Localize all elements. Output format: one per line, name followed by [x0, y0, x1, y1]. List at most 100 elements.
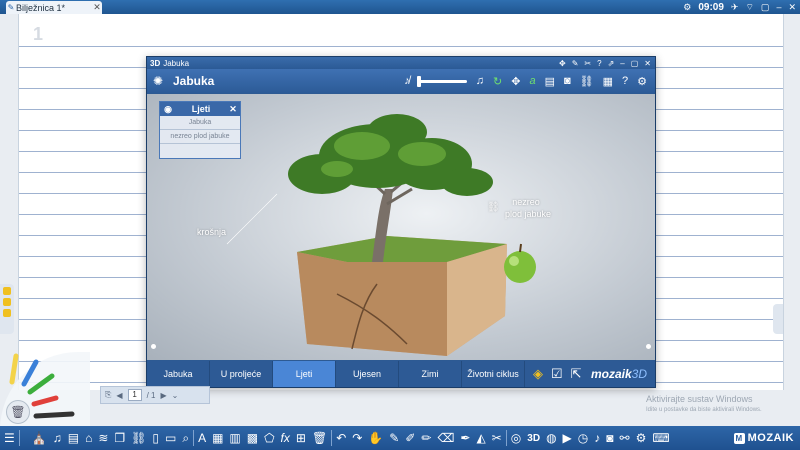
- next-page-icon[interactable]: ▶: [160, 391, 166, 400]
- panel-item[interactable]: Jabuka: [160, 116, 240, 130]
- close-tab-icon[interactable]: ✕: [92, 2, 102, 13]
- prev-page-icon[interactable]: ◀: [116, 391, 122, 400]
- trash-icon[interactable]: 🗑: [6, 400, 30, 424]
- fill-icon[interactable]: ◭: [476, 431, 485, 445]
- globe-icon[interactable]: ◍: [546, 431, 556, 445]
- 3d-icon[interactable]: 3D: [527, 433, 540, 444]
- target-icon[interactable]: ◎: [511, 431, 521, 445]
- watermark-line2: Idite u postavke da biste aktivirali Win…: [646, 407, 762, 413]
- spinner-icon: ✺: [153, 74, 164, 88]
- minimize-icon[interactable]: –: [776, 2, 781, 12]
- corner-handle[interactable]: [646, 344, 651, 349]
- close-icon[interactable]: ✕: [644, 59, 651, 68]
- clock-icon[interactable]: ◷: [578, 431, 588, 445]
- marker-icon[interactable]: ✐: [405, 431, 415, 445]
- menu-icon[interactable]: ☰: [4, 431, 15, 445]
- settings-icon[interactable]: ⚙: [637, 75, 647, 88]
- grid-icon[interactable]: ⊞: [296, 431, 306, 445]
- pages-icon[interactable]: ❐: [114, 431, 125, 445]
- 3d-scene[interactable]: ◉ Ljeti ✕ Jabuka nezreo plod jabuke kroš…: [147, 94, 655, 360]
- minimize-icon[interactable]: –: [620, 59, 624, 68]
- corner-handle[interactable]: [151, 344, 156, 349]
- link-icon[interactable]: ⛓: [580, 75, 594, 88]
- move-icon[interactable]: ✥: [511, 75, 520, 88]
- tools-icon[interactable]: ✂: [584, 59, 591, 68]
- play-icon[interactable]: ▶: [563, 431, 572, 445]
- tab-jabuka[interactable]: Jabuka: [147, 361, 210, 387]
- tab-spring[interactable]: U proljeće: [210, 361, 273, 387]
- library-icon[interactable]: ⛪: [32, 431, 47, 445]
- left-side-handle[interactable]: [0, 284, 14, 334]
- keyboard-icon[interactable]: ⌨: [652, 431, 669, 445]
- text-icon[interactable]: a: [529, 75, 535, 87]
- export-icon[interactable]: ⇱: [571, 366, 582, 382]
- media-icon[interactable]: ♫: [53, 431, 62, 445]
- camera-icon[interactable]: ◙: [564, 75, 571, 87]
- wifi-icon[interactable]: ⌔: [745, 2, 753, 13]
- shape-icon[interactable]: ⬠: [264, 431, 274, 445]
- tab-autumn[interactable]: Ujesen: [336, 361, 399, 387]
- eraser-icon[interactable]: ⌫: [437, 431, 454, 445]
- link-icon[interactable]: ⛓: [131, 431, 146, 445]
- help-icon[interactable]: ?: [622, 75, 628, 87]
- volume-slider[interactable]: [416, 75, 467, 87]
- layers-icon[interactable]: ◈: [533, 366, 543, 382]
- brush-icon[interactable]: ✏: [421, 431, 431, 445]
- grid-icon[interactable]: ▦: [603, 75, 613, 88]
- link-icon[interactable]: ⛓: [487, 202, 500, 213]
- notebook-tab[interactable]: ✎ Bilježnica 1* ✕: [6, 1, 102, 14]
- refresh-icon[interactable]: ↻: [493, 75, 502, 88]
- audio-icon[interactable]: ♪: [594, 431, 600, 445]
- crown-label[interactable]: krošnja: [197, 227, 226, 237]
- checklist-icon[interactable]: ☑: [551, 366, 563, 382]
- panel-item[interactable]: nezreo plod jabuke: [160, 130, 240, 144]
- undo-icon[interactable]: ↶: [336, 431, 346, 445]
- add-page-icon[interactable]: ⎘: [105, 390, 111, 400]
- chart-icon[interactable]: ▥: [229, 431, 240, 445]
- phone-icon[interactable]: ▯: [152, 431, 159, 445]
- settings-icon[interactable]: ⚙: [683, 2, 691, 13]
- current-page-field[interactable]: 1: [127, 389, 142, 401]
- tab-summer[interactable]: Ljeti: [273, 361, 336, 387]
- book-icon[interactable]: ▤: [545, 75, 555, 88]
- eye-icon[interactable]: ◉: [160, 104, 176, 115]
- camera-icon[interactable]: ◙: [606, 431, 613, 445]
- delete-icon[interactable]: 🗑: [312, 431, 327, 445]
- pen-icon: ✎: [7, 3, 15, 12]
- close-icon[interactable]: ✕: [788, 2, 796, 13]
- plane-icon[interactable]: ✈: [731, 2, 739, 13]
- text-tool-icon[interactable]: A: [198, 431, 206, 445]
- clipboard-icon[interactable]: ▭: [165, 431, 176, 445]
- stack-icon[interactable]: ≋: [98, 431, 108, 445]
- tab-winter[interactable]: Zimi: [399, 361, 462, 387]
- network-icon[interactable]: ⚯: [620, 431, 630, 445]
- pen-icon[interactable]: ✎: [389, 431, 399, 445]
- table-icon[interactable]: ▦: [212, 431, 223, 445]
- help-icon[interactable]: ?: [597, 59, 601, 68]
- stamp-icon[interactable]: ✂: [492, 431, 502, 445]
- select-icon[interactable]: ✋: [368, 431, 383, 445]
- pin-icon[interactable]: ✥: [559, 59, 566, 68]
- music-icon[interactable]: ♫: [476, 75, 484, 87]
- fruit-label-line1[interactable]: nezreo: [501, 197, 551, 207]
- image-icon[interactable]: ▩: [247, 431, 258, 445]
- settings-icon[interactable]: ⚙: [636, 431, 647, 445]
- window-titlebar[interactable]: 3D Jabuka ✥ ✎ ✂ ? ⇗ – ▢ ✕: [147, 57, 655, 69]
- mute-icon[interactable]: ♪̸: [404, 75, 410, 87]
- pen-icon[interactable]: ✎: [572, 59, 579, 68]
- window-icon[interactable]: ▢: [761, 2, 770, 13]
- right-side-handle[interactable]: [773, 304, 783, 334]
- collapse-icon[interactable]: ⌄: [172, 391, 179, 400]
- close-icon[interactable]: ✕: [226, 104, 240, 115]
- highlighter-icon[interactable]: ✒: [460, 431, 470, 445]
- maximize-icon[interactable]: ▢: [631, 59, 639, 68]
- museum-icon[interactable]: ⌂: [85, 431, 92, 445]
- page-total: / 1: [146, 390, 156, 400]
- formula-icon[interactable]: fx: [281, 431, 290, 445]
- fruit-label-line2[interactable]: plod jabuke: [499, 209, 557, 219]
- tab-life-cycle[interactable]: Životni ciklus: [462, 361, 525, 387]
- redo-icon[interactable]: ↷: [352, 431, 362, 445]
- popout-icon[interactable]: ⇗: [608, 59, 615, 68]
- book-icon[interactable]: ▤: [68, 431, 79, 445]
- zoom-icon[interactable]: ⌕: [182, 431, 189, 446]
